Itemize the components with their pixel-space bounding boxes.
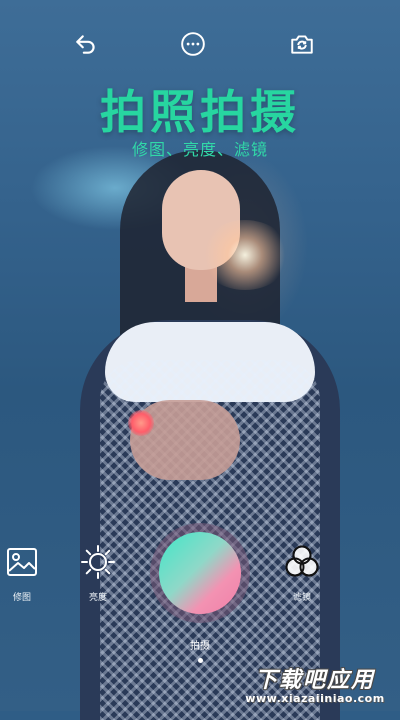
mode-indicator-dot (198, 658, 203, 663)
held-light-glow (128, 410, 154, 436)
top-toolbar (0, 28, 400, 60)
filter-button[interactable]: 滤镜 (272, 544, 332, 603)
edit-photo-label: 修图 (12, 593, 31, 603)
shutter-button[interactable] (150, 523, 250, 623)
sun-icon (80, 544, 116, 580)
watermark: 下载吧应用 www.xiazaiiniao.com (235, 662, 395, 706)
brightness-label: 亮度 (88, 593, 107, 603)
more-dots-icon[interactable] (177, 28, 209, 60)
brightness-button[interactable]: 亮度 (68, 544, 128, 603)
filter-circles-icon (284, 544, 320, 580)
page-title: 拍照拍摄 (100, 85, 300, 139)
page-subtitle: 修图、亮度、滤镜 (131, 140, 268, 159)
filter-label: 滤镜 (292, 593, 311, 603)
sparkler-light (200, 220, 290, 290)
shutter-label: 拍摄 (190, 641, 210, 652)
image-icon (4, 544, 40, 580)
watermark-url: www.xiazaiiniao.com (245, 692, 385, 705)
back-arrow-icon[interactable] (70, 28, 102, 60)
camera-flip-icon[interactable] (286, 28, 318, 60)
watermark-text: 下载吧应用 (254, 668, 375, 693)
edit-photo-button[interactable]: 修图 (0, 544, 52, 603)
shutter-gradient (159, 532, 241, 614)
